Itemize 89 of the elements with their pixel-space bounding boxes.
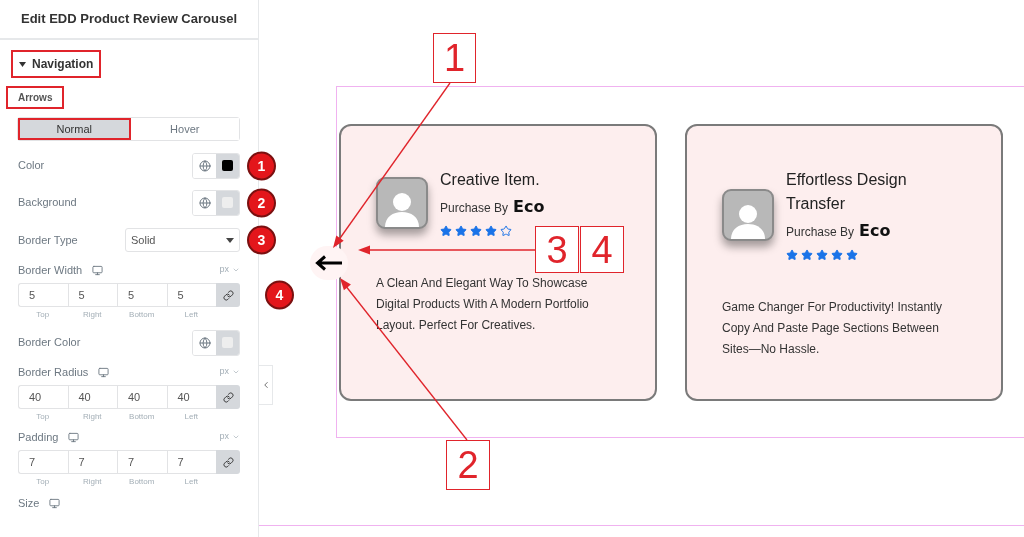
card-title: Creative Item. xyxy=(440,170,541,190)
chevron-down-icon xyxy=(232,266,240,274)
purchase-label: Purchase By xyxy=(440,200,509,217)
globe-icon xyxy=(198,196,211,209)
number-badge: 1 xyxy=(247,151,276,180)
card-title: Effortless Design Transfer xyxy=(786,170,908,214)
desktop-icon[interactable] xyxy=(92,264,104,276)
number-field[interactable]: 5 xyxy=(67,283,117,307)
desktop-icon[interactable] xyxy=(49,497,61,509)
card-description: Game Changer For Productivity! Instantly Copy And Paste Page Sections Between Sites—No Hassle. xyxy=(722,299,944,358)
control-label: Border Radius xyxy=(18,364,89,380)
globe-icon xyxy=(198,159,211,172)
field-caption: Bottom xyxy=(129,476,155,488)
card-description: A Clean And Elegant Way To Showcase Digital Products With A Modern Portfolio Layout. Perfect For Creatives. xyxy=(376,275,590,334)
number-field[interactable]: 5 xyxy=(166,283,216,307)
number-field[interactable]: 7 xyxy=(166,450,216,474)
link-icon xyxy=(222,456,234,468)
color-picker[interactable] xyxy=(192,189,240,216)
callout-number: 3 xyxy=(535,226,579,273)
chevron-down-icon xyxy=(232,368,240,376)
chevron-down-icon xyxy=(232,433,240,441)
link-values-button[interactable] xyxy=(216,385,240,409)
star-icon xyxy=(786,249,798,261)
star-icon xyxy=(440,225,452,237)
field-caption: Right xyxy=(82,309,102,321)
control-label: Background xyxy=(18,195,77,211)
avatar xyxy=(722,188,774,241)
control-label: Size xyxy=(18,495,40,511)
previous-arrow-button[interactable] xyxy=(310,246,348,280)
star-icon xyxy=(846,249,858,261)
field-caption: Right xyxy=(82,411,102,423)
subheading: Arrows xyxy=(6,86,65,109)
star-icon xyxy=(455,225,467,237)
star-icon xyxy=(801,249,813,261)
control-label: Padding xyxy=(18,429,59,445)
number-field[interactable]: 7 xyxy=(117,450,167,474)
callout-number: 2 xyxy=(446,440,490,490)
star-icon xyxy=(500,225,512,237)
number-field[interactable]: 40 xyxy=(166,385,216,409)
field-caption: Bottom xyxy=(129,411,155,423)
link-icon xyxy=(222,289,234,301)
field-caption: Bottom xyxy=(129,309,155,321)
color-picker[interactable] xyxy=(192,152,240,179)
control-label: Color xyxy=(18,158,45,174)
field-caption: Left xyxy=(184,411,198,423)
number-badge: 4 xyxy=(265,280,294,310)
link-values-button[interactable] xyxy=(216,450,240,474)
desktop-icon[interactable] xyxy=(68,431,80,443)
select-field[interactable]: Solid xyxy=(125,228,240,252)
control-label: Border Width xyxy=(18,262,83,278)
caret-icon xyxy=(226,237,234,243)
field-caption: Top xyxy=(36,309,50,321)
tab[interactable]: Normal xyxy=(18,118,131,140)
color-picker[interactable] xyxy=(192,329,240,356)
number-field[interactable]: 5 xyxy=(18,283,68,307)
star-icon xyxy=(831,249,843,261)
field-caption: Top xyxy=(36,411,50,423)
control-label: Border Type xyxy=(18,232,78,248)
number-field[interactable]: 40 xyxy=(18,385,68,409)
star-icon xyxy=(816,249,828,261)
star-icon xyxy=(485,225,497,237)
left-arrow-icon xyxy=(315,255,343,271)
number-field[interactable]: 7 xyxy=(67,450,117,474)
field-caption: Left xyxy=(184,476,198,488)
field-caption: Top xyxy=(36,476,50,488)
link-values-button[interactable] xyxy=(216,283,240,307)
callout-number: 4 xyxy=(580,226,624,273)
collapse-handle[interactable] xyxy=(259,365,273,405)
caret-icon xyxy=(19,61,26,67)
section-toggle[interactable]: Navigation xyxy=(11,50,102,78)
globe-icon xyxy=(198,336,211,349)
number-field[interactable]: 40 xyxy=(117,385,167,409)
author-name: Eco xyxy=(513,196,545,218)
star-icon xyxy=(470,225,482,237)
number-badge: 3 xyxy=(247,225,276,255)
author-name: Eco xyxy=(859,220,891,242)
field-caption: Left xyxy=(184,309,198,321)
number-field[interactable]: 5 xyxy=(117,283,167,307)
purchase-label: Purchase By xyxy=(786,224,855,241)
panel-title: Edit EDD Product Review Carousel xyxy=(21,10,237,29)
field-caption: Right xyxy=(82,476,102,488)
callout-number: 1 xyxy=(433,33,476,83)
desktop-icon[interactable] xyxy=(98,366,110,378)
number-badge: 2 xyxy=(247,188,276,217)
control-label: Border Color xyxy=(18,335,81,351)
number-field[interactable]: 7 xyxy=(18,450,68,474)
avatar xyxy=(376,176,428,229)
number-field[interactable]: 40 xyxy=(67,385,117,409)
link-icon xyxy=(222,391,234,403)
